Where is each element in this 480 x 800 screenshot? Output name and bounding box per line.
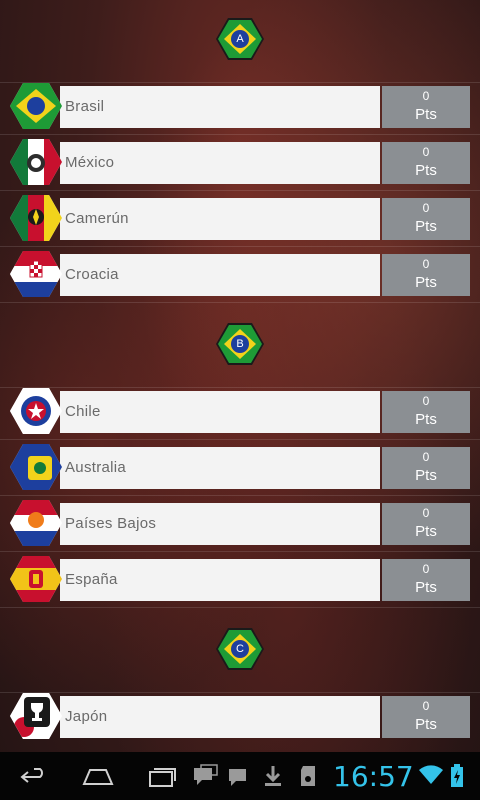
system-navbar: 16:57	[0, 752, 480, 800]
team-bar	[60, 696, 380, 738]
points-value: 0	[422, 89, 430, 103]
wifi-icon	[418, 764, 444, 791]
points-box: 0 Pts	[382, 447, 470, 489]
team-row-japon[interactable]: Japón 0 Pts	[0, 693, 480, 739]
croacia-flag-icon	[10, 251, 62, 297]
group-b-badge: B	[216, 323, 264, 365]
team-row-espana[interactable]: España 0 Pts	[0, 556, 480, 602]
group-a-letter: A	[231, 30, 249, 48]
divider	[0, 439, 480, 440]
team-name: Croacia	[65, 266, 119, 283]
points-unit: Pts	[415, 579, 437, 596]
team-row-brasil[interactable]: Brasil 0 Pts	[0, 83, 480, 129]
battery-icon	[450, 764, 464, 793]
team-row-chile[interactable]: Chile 0 Pts	[0, 388, 480, 434]
recent-apps-icon[interactable]	[148, 764, 178, 793]
group-c-badge: C	[216, 628, 264, 670]
camerun-flag-icon	[10, 195, 62, 241]
team-row-camerun[interactable]: Camerún 0 Pts	[0, 195, 480, 241]
divider	[0, 495, 480, 496]
team-bar	[60, 86, 380, 128]
divider	[0, 246, 480, 247]
clock: 16:57	[333, 760, 414, 793]
message-icon	[228, 764, 248, 793]
points-box: 0 Pts	[382, 142, 470, 184]
points-box: 0 Pts	[382, 86, 470, 128]
points-unit: Pts	[415, 274, 437, 291]
team-row-paises-bajos[interactable]: Países Bajos 0 Pts	[0, 500, 480, 546]
points-unit: Pts	[415, 106, 437, 123]
points-unit: Pts	[415, 467, 437, 484]
points-unit: Pts	[415, 716, 437, 733]
points-box: 0 Pts	[382, 503, 470, 545]
team-name: México	[65, 154, 115, 171]
divider	[0, 302, 480, 303]
team-bar	[60, 391, 380, 433]
points-unit: Pts	[415, 411, 437, 428]
points-value: 0	[422, 506, 430, 520]
points-value: 0	[422, 257, 430, 271]
points-box: 0 Pts	[382, 198, 470, 240]
divider	[0, 692, 480, 693]
paises-bajos-flag-icon	[10, 500, 62, 546]
points-unit: Pts	[415, 523, 437, 540]
points-box: 0 Pts	[382, 391, 470, 433]
team-name: Países Bajos	[65, 515, 157, 532]
points-value: 0	[422, 450, 430, 464]
group-b-letter: B	[231, 335, 249, 353]
divider	[0, 82, 480, 83]
chile-flag-icon	[10, 388, 62, 434]
points-value: 0	[422, 562, 430, 576]
points-box: 0 Pts	[382, 254, 470, 296]
points-box: 0 Pts	[382, 559, 470, 601]
home-icon[interactable]	[82, 764, 114, 793]
chat-icon	[193, 764, 219, 793]
team-name: Australia	[65, 459, 127, 476]
sd-card-icon	[299, 764, 319, 793]
divider	[0, 551, 480, 552]
group-a-badge: A	[216, 18, 264, 60]
espana-flag-icon	[10, 556, 62, 602]
divider	[0, 387, 480, 388]
download-icon	[263, 764, 283, 793]
points-value: 0	[422, 145, 430, 159]
team-row-mexico[interactable]: México 0 Pts	[0, 139, 480, 185]
divider	[0, 190, 480, 191]
japon-flag-icon	[10, 693, 62, 739]
mexico-flag-icon	[10, 139, 62, 185]
points-value: 0	[422, 201, 430, 215]
australia-flag-icon	[10, 444, 62, 490]
team-row-australia[interactable]: Australia 0 Pts	[0, 444, 480, 490]
points-box: 0 Pts	[382, 696, 470, 738]
team-name: Japón	[65, 708, 108, 725]
team-name: Camerún	[65, 210, 129, 227]
team-name: Chile	[65, 403, 101, 420]
divider	[0, 134, 480, 135]
points-unit: Pts	[415, 162, 437, 179]
divider	[0, 607, 480, 608]
points-value: 0	[422, 394, 430, 408]
back-icon[interactable]	[18, 764, 48, 793]
team-name: Brasil	[65, 98, 105, 115]
team-row-croacia[interactable]: Croacia 0 Pts	[0, 251, 480, 297]
team-name: España	[65, 571, 118, 588]
brasil-flag-icon	[10, 83, 62, 129]
group-c-letter: C	[231, 640, 249, 658]
points-unit: Pts	[415, 218, 437, 235]
points-value: 0	[422, 699, 430, 713]
